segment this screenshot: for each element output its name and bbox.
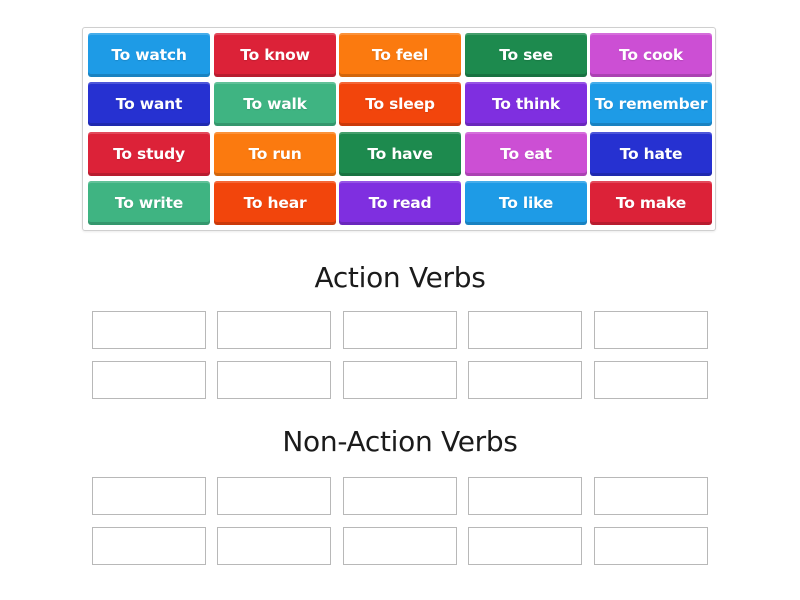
word-tile[interactable]: To hate [590, 132, 712, 176]
drop-slot[interactable] [217, 311, 331, 349]
drop-slot[interactable] [594, 477, 708, 515]
drop-slot[interactable] [468, 477, 582, 515]
drop-slot[interactable] [343, 477, 457, 515]
word-tile[interactable]: To watch [88, 33, 210, 77]
word-tile[interactable]: To run [214, 132, 336, 176]
drop-slot[interactable] [343, 361, 457, 399]
word-tile[interactable]: To see [465, 33, 587, 77]
word-tile-label: To eat [500, 144, 552, 163]
drop-slot[interactable] [92, 477, 206, 515]
word-tile-label: To hate [619, 144, 683, 163]
drop-slot[interactable] [217, 361, 331, 399]
word-tile-label: To remember [594, 94, 708, 113]
drop-slot[interactable] [92, 527, 206, 565]
drop-slot[interactable] [594, 361, 708, 399]
word-tile-label: To want [115, 94, 183, 113]
group-title-non-action-verbs: Non-Action Verbs [282, 425, 518, 458]
word-tile[interactable]: To think [465, 82, 587, 126]
tile-tray: To watch To know To feel To see To cook To wa… [82, 27, 716, 231]
word-tile[interactable]: To hear [214, 181, 336, 225]
word-tile-label: To read [368, 193, 432, 212]
word-tile-label: To make [615, 193, 687, 212]
drop-slot[interactable] [594, 311, 708, 349]
word-tile[interactable]: To sleep [339, 82, 461, 126]
word-tile[interactable]: To make [590, 181, 712, 225]
word-tile[interactable]: To know [214, 33, 336, 77]
word-tile-label: To hear [243, 193, 307, 212]
word-tile[interactable]: To want [88, 82, 210, 126]
drop-slot[interactable] [343, 311, 457, 349]
word-tile[interactable]: To write [88, 181, 210, 225]
word-tile[interactable]: To remember [590, 82, 712, 126]
drop-slot[interactable] [217, 477, 331, 515]
word-tile[interactable]: To study [88, 132, 210, 176]
drop-slot[interactable] [92, 361, 206, 399]
drop-slot[interactable] [343, 527, 457, 565]
word-tile[interactable]: To cook [590, 33, 712, 77]
word-tile-label: To think [491, 94, 561, 113]
word-tile-label: To cook [619, 45, 683, 64]
word-tile[interactable]: To read [339, 181, 461, 225]
word-tile[interactable]: To like [465, 181, 587, 225]
drop-slot[interactable] [594, 527, 708, 565]
word-tile-label: To study [113, 144, 185, 163]
group-title-action-verbs: Action Verbs [314, 261, 486, 294]
word-tile-label: To like [498, 193, 554, 212]
drop-slot[interactable] [92, 311, 206, 349]
word-tile-label: To walk [243, 94, 307, 113]
group-sort-activity: To watch To know To feel To see To cook To wa… [0, 0, 800, 600]
word-tile-label: To run [248, 144, 302, 163]
word-tile-label: To know [240, 45, 310, 64]
word-tile[interactable]: To eat [465, 132, 587, 176]
word-tile-label: To watch [111, 45, 187, 64]
word-tile-label: To feel [371, 45, 429, 64]
word-tile-label: To see [499, 45, 553, 64]
word-tile[interactable]: To feel [339, 33, 461, 77]
drop-slot[interactable] [468, 527, 582, 565]
drop-slot[interactable] [468, 361, 582, 399]
word-tile-label: To have [367, 144, 433, 163]
word-tile[interactable]: To walk [214, 82, 336, 126]
word-tile-label: To write [114, 193, 184, 212]
word-tile-label: To sleep [365, 94, 435, 113]
drop-slot[interactable] [468, 311, 582, 349]
word-tile[interactable]: To have [339, 132, 461, 176]
drop-slot[interactable] [217, 527, 331, 565]
